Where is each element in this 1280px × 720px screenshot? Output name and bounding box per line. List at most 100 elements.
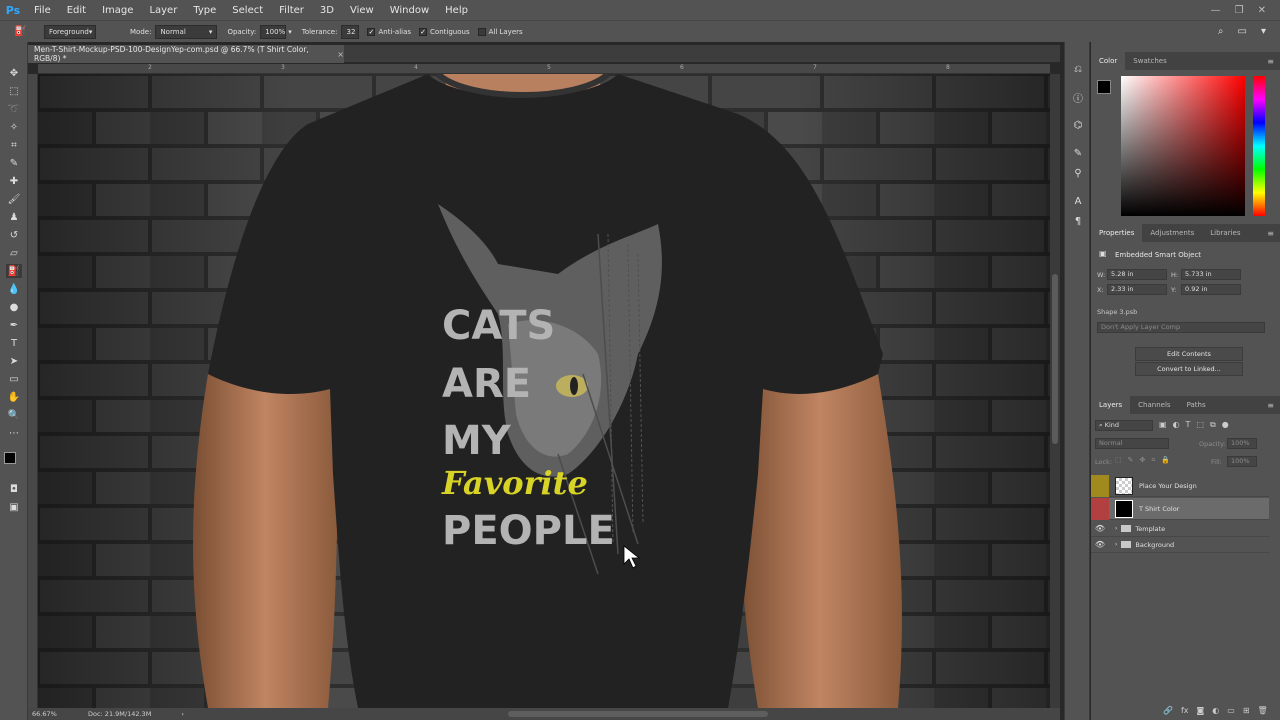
menu-type[interactable]: Type	[185, 5, 224, 16]
layer-row-t-shirt-color[interactable]: T Shirt Color	[1091, 497, 1269, 520]
move-tool-icon[interactable]: ✥	[6, 66, 22, 80]
layer-filter-kind-select[interactable]: ⌕ Kind	[1095, 420, 1153, 431]
panel-menu-icon[interactable]: ≡	[1267, 57, 1274, 66]
hand-tool-icon[interactable]: ✋	[6, 390, 22, 404]
vertical-scrollbar-thumb[interactable]	[1052, 274, 1058, 444]
horizontal-ruler[interactable]: 2 3 4 5 6 7 8	[38, 64, 1050, 74]
delete-layer-icon[interactable]: 🗑	[1258, 706, 1268, 715]
paint-bucket-tool-icon[interactable]: ⛽	[6, 264, 22, 278]
filter-toggle-icon[interactable]: ●	[1222, 420, 1229, 430]
layer-group-background[interactable]: 👁 › Background	[1091, 537, 1269, 553]
workspace-chevron-icon[interactable]: ▾	[1261, 26, 1266, 37]
pen-tool-icon[interactable]: ✒	[6, 318, 22, 332]
eyedropper-tool-icon[interactable]: ✎	[6, 156, 22, 170]
shape-tool-icon[interactable]: ▭	[6, 372, 22, 386]
convert-to-linked-button[interactable]: Convert to Linked...	[1135, 362, 1243, 376]
chevron-right-icon[interactable]: ›	[1115, 525, 1117, 532]
marquee-tool-icon[interactable]: ⬚	[6, 84, 22, 98]
lock-image-icon[interactable]: ✎	[1128, 456, 1134, 465]
brush-panel-icon[interactable]: ✎	[1070, 146, 1086, 160]
menu-3d[interactable]: 3D	[312, 5, 342, 16]
status-menu-chevron-icon[interactable]: ›	[181, 710, 184, 718]
menu-filter[interactable]: Filter	[271, 5, 312, 16]
minimize-icon[interactable]: —	[1211, 5, 1221, 16]
tolerance-input[interactable]: 32	[341, 24, 360, 39]
horizontal-scrollbar-thumb[interactable]	[508, 711, 768, 717]
hue-slider[interactable]	[1253, 76, 1265, 216]
history-brush-tool-icon[interactable]: ↺	[6, 228, 22, 242]
contiguous-checkbox[interactable]: ✓ Contiguous	[419, 27, 470, 36]
layer-opacity-input[interactable]: 100%	[1227, 438, 1257, 449]
brush-presets-panel-icon[interactable]: ⌬	[1070, 118, 1086, 132]
all-layers-checkbox[interactable]: All Layers	[477, 27, 523, 36]
menu-view[interactable]: View	[342, 5, 382, 16]
y-input[interactable]: 0.92 in	[1181, 284, 1241, 295]
eye-icon[interactable]: 👁	[1091, 534, 1109, 556]
edit-contents-button[interactable]: Edit Contents	[1135, 347, 1243, 361]
quick-mask-icon[interactable]: ◘	[6, 482, 22, 496]
character-panel-icon[interactable]: A	[1070, 194, 1086, 208]
path-selection-tool-icon[interactable]: ➤	[6, 354, 22, 368]
brush-tool-icon[interactable]: 🖌	[6, 192, 22, 206]
chevron-right-icon[interactable]: ›	[1115, 541, 1117, 548]
lock-all-icon[interactable]: 🔒	[1161, 456, 1170, 465]
width-input[interactable]: 5.28 in	[1107, 269, 1167, 280]
foreground-color-swatch[interactable]	[4, 452, 16, 464]
blur-tool-icon[interactable]: 💧	[6, 282, 22, 296]
smart-object-filter-icon[interactable]: ⧉	[1210, 420, 1216, 430]
adjustment-filter-icon[interactable]: ◐	[1173, 420, 1180, 430]
lock-artboard-icon[interactable]: ⌗	[1151, 456, 1155, 465]
color-panel-foreground-swatch[interactable]	[1097, 80, 1111, 94]
blend-mode-select[interactable]: Normal	[1095, 438, 1169, 449]
layer-row-place-your-design[interactable]: Place Your Design	[1091, 474, 1269, 497]
menu-help[interactable]: Help	[437, 5, 476, 16]
search-icon[interactable]: ⌕	[1218, 26, 1224, 37]
layer-comp-select[interactable]: Don't Apply Layer Comp	[1097, 322, 1265, 333]
pixel-filter-icon[interactable]: ▣	[1159, 420, 1167, 430]
new-layer-icon[interactable]: ⊞	[1243, 706, 1250, 715]
menu-file[interactable]: File	[26, 5, 59, 16]
clone-source-panel-icon[interactable]: ⚲	[1070, 166, 1086, 180]
document-canvas[interactable]: CATS ARE MY Favorite PEOPLE	[38, 74, 1050, 708]
vertical-ruler[interactable]	[28, 74, 38, 708]
tab-properties[interactable]: Properties	[1091, 224, 1143, 242]
mode-select[interactable]: Normal ▾	[155, 24, 218, 39]
close-icon[interactable]: ✕	[1258, 5, 1266, 16]
menu-edit[interactable]: Edit	[59, 5, 94, 16]
tab-adjustments[interactable]: Adjustments	[1142, 224, 1202, 242]
shape-filter-icon[interactable]: ⬚	[1196, 420, 1204, 430]
panel-menu-icon[interactable]: ≡	[1267, 229, 1274, 238]
layer-visibility-icon-hidden[interactable]	[1091, 497, 1109, 520]
tab-libraries[interactable]: Libraries	[1202, 224, 1248, 242]
screen-mode-icon[interactable]: ▣	[6, 500, 22, 514]
fill-input[interactable]: 100%	[1227, 456, 1257, 467]
vertical-scrollbar[interactable]	[1050, 74, 1060, 708]
type-filter-icon[interactable]: T	[1186, 420, 1191, 430]
color-picker-field[interactable]	[1121, 76, 1245, 216]
more-tools-icon[interactable]: ⋯	[6, 426, 22, 440]
document-size-info[interactable]: Doc: 21.9M/142.3M	[88, 710, 151, 718]
close-tab-icon[interactable]: ×	[337, 50, 344, 59]
clone-stamp-tool-icon[interactable]: ♟	[6, 210, 22, 224]
zoom-tool-icon[interactable]: 🔍	[6, 408, 22, 422]
restore-icon[interactable]: ❐	[1235, 5, 1244, 16]
layer-group-template[interactable]: 👁 › Template	[1091, 521, 1269, 537]
paragraph-panel-icon[interactable]: ¶	[1070, 214, 1086, 228]
chevron-down-icon[interactable]: ▾	[288, 28, 292, 36]
menu-select[interactable]: Select	[224, 5, 271, 16]
history-panel-icon[interactable]: ⎌	[1070, 62, 1086, 76]
lock-position-icon[interactable]: ✥	[1140, 456, 1146, 465]
lock-transparent-icon[interactable]: ⬚	[1115, 456, 1122, 465]
menu-image[interactable]: Image	[94, 5, 141, 16]
height-input[interactable]: 5.733 in	[1181, 269, 1241, 280]
layer-visibility-icon-hidden[interactable]	[1091, 474, 1109, 497]
dodge-tool-icon[interactable]: ●	[6, 300, 22, 314]
layer-style-icon[interactable]: fx	[1181, 706, 1189, 715]
tab-paths[interactable]: Paths	[1179, 396, 1214, 414]
panel-menu-icon[interactable]: ≡	[1267, 401, 1274, 410]
fill-source-select[interactable]: Foreground ▾	[44, 24, 96, 39]
adjustment-layer-icon[interactable]: ◐	[1212, 706, 1219, 715]
lasso-tool-icon[interactable]: ➰	[6, 102, 22, 116]
link-layers-icon[interactable]: 🔗	[1163, 706, 1173, 715]
type-tool-icon[interactable]: T	[6, 336, 22, 350]
